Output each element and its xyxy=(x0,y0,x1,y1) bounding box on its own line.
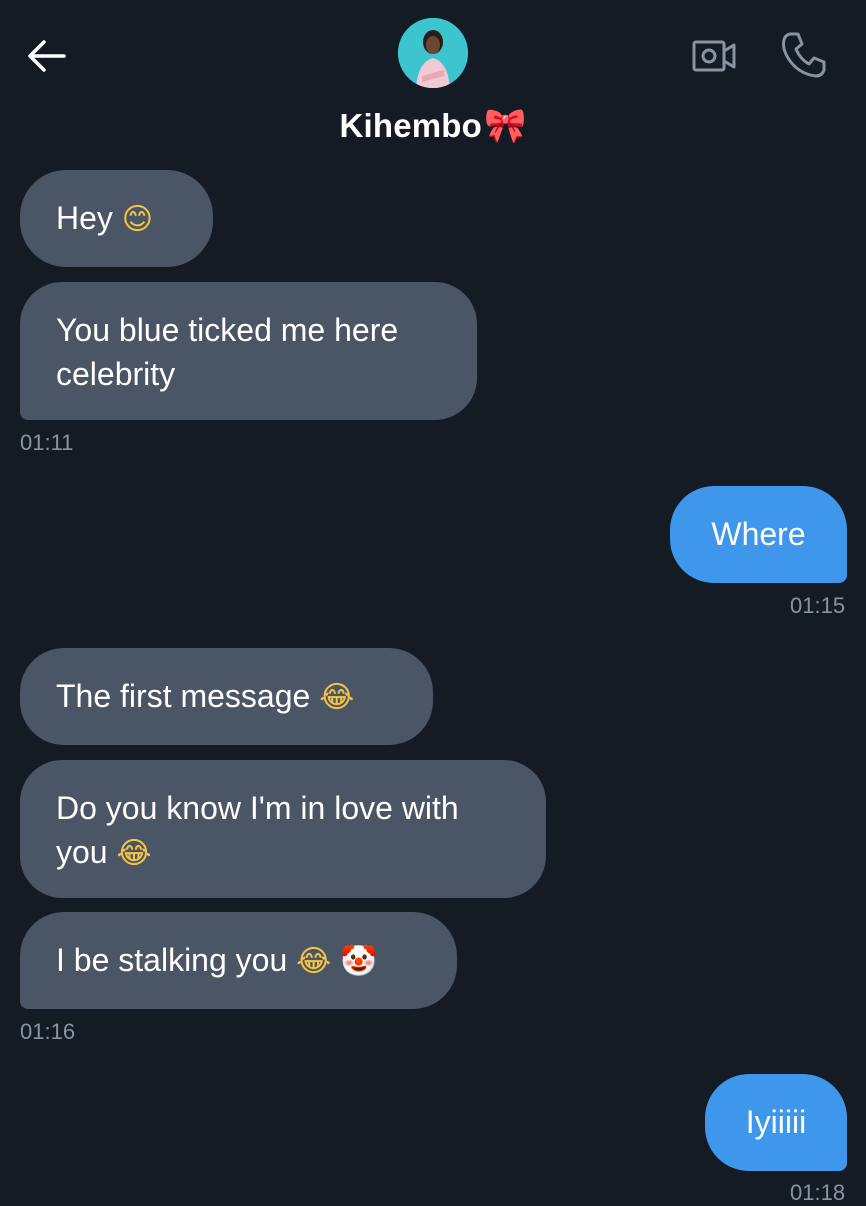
video-call-button[interactable] xyxy=(690,34,740,78)
message-bubble[interactable]: You blue ticked me here celebrity xyxy=(20,282,477,420)
message-bubble[interactable]: Hey 😊 xyxy=(20,170,213,267)
message-text-line-1: Do you know I'm in love with xyxy=(56,790,459,826)
message-text: The first message xyxy=(56,678,311,714)
contact-name-text: Kihembo xyxy=(339,107,483,144)
message-text-line-1: You blue ticked me here xyxy=(56,312,399,348)
timestamp: 01:16 xyxy=(20,1019,76,1044)
message-text: Hey xyxy=(56,200,113,236)
message-text: Where xyxy=(711,516,806,552)
message-text-line-2: celebrity xyxy=(56,356,176,392)
message-bubble[interactable]: Do you know I'm in love with you 😂 xyxy=(20,760,546,898)
message-text-line-2: you xyxy=(56,834,108,870)
message-bubble[interactable]: I be stalking you 😂 🤡 xyxy=(20,912,457,1009)
chat-header: Kihembo🎀 xyxy=(0,0,866,160)
timestamp: 01:18 xyxy=(790,1180,846,1205)
message-text: I be stalking you xyxy=(56,942,288,978)
message-text: Iyiiiii xyxy=(745,1104,807,1140)
message-bubble-outgoing[interactable]: Where xyxy=(670,486,847,583)
laughing-tears-emoji-icon: 😂 xyxy=(296,944,332,979)
avatar[interactable] xyxy=(398,18,468,88)
smiling-face-emoji-icon: 😊 xyxy=(121,202,154,237)
laughing-tears-emoji-icon: 😂 xyxy=(319,680,355,715)
message-bubble-outgoing[interactable]: Iyiiiii xyxy=(705,1074,847,1171)
clown-face-emoji-icon: 🤡 xyxy=(340,944,378,979)
message-bubble[interactable]: The first message 😂 xyxy=(20,648,433,745)
ribbon-icon: 🎀 xyxy=(484,106,527,146)
message-text-line-2-wrap: you 😂 xyxy=(56,830,546,876)
laughing-tears-emoji-icon: 😂 xyxy=(116,836,152,871)
timestamp: 01:15 xyxy=(790,593,846,618)
timestamp: 01:11 xyxy=(20,430,74,455)
phone-icon xyxy=(782,32,826,78)
arrow-left-icon xyxy=(28,40,66,72)
contact-name[interactable]: Kihembo🎀 xyxy=(0,104,866,148)
video-camera-icon xyxy=(692,40,736,72)
voice-call-button[interactable] xyxy=(776,28,832,82)
back-button[interactable] xyxy=(22,34,70,78)
